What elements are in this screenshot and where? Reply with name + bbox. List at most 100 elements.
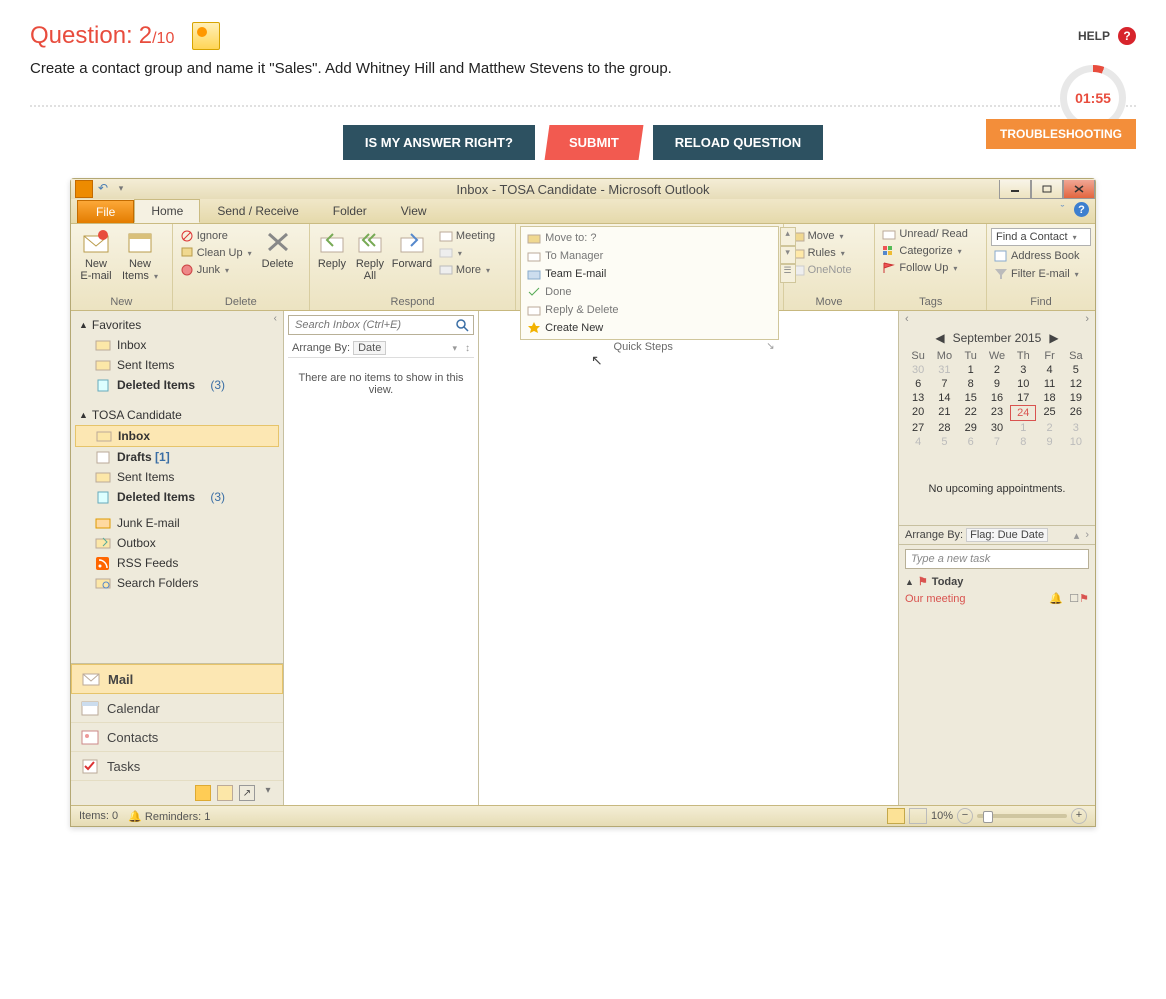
switch-tasks[interactable]: Tasks — [71, 752, 283, 781]
rules-button[interactable]: Rules▾ — [788, 245, 855, 261]
nav-deleted[interactable]: Deleted Items (3) — [71, 487, 283, 507]
arrange-by[interactable]: Arrange By:Date▾↕ — [288, 339, 474, 358]
search-inbox[interactable] — [288, 315, 474, 335]
cleanup-button[interactable]: Clean Up▾ — [177, 245, 255, 261]
forward-button[interactable]: Forward — [390, 226, 434, 270]
folder-shortcut-icon[interactable] — [217, 785, 233, 801]
check-answer-button[interactable]: IS MY ANSWER RIGHT? — [343, 125, 535, 160]
switch-mail[interactable]: Mail — [71, 664, 283, 694]
junk-button[interactable]: Junk▾ — [177, 262, 255, 278]
broom-icon — [180, 246, 194, 260]
new-task-input[interactable]: Type a new task — [905, 549, 1089, 569]
reply-delete-icon — [527, 303, 541, 317]
new-items-button[interactable]: New Items ▾ — [119, 226, 161, 282]
help-button[interactable]: ? — [1118, 27, 1136, 45]
nav-collapse-icon[interactable]: ‹ — [274, 313, 277, 324]
window-title: Inbox - TOSA Candidate - Microsoft Outlo… — [71, 182, 1095, 197]
group-label-quicksteps: Quick Steps↘ — [520, 340, 778, 355]
search-icon[interactable] — [455, 318, 469, 332]
shortcuts-icon[interactable]: ↗ — [239, 785, 255, 801]
delete-button[interactable]: Delete — [257, 226, 299, 270]
cal-next[interactable]: ▶ — [1049, 331, 1058, 345]
quickstep-create-new[interactable]: Create New — [523, 319, 652, 337]
empty-list-message: There are no items to show in this view. — [284, 358, 478, 410]
task-group-today[interactable]: ▲⚑Today — [899, 573, 1095, 590]
followup-button[interactable]: Follow Up▾ — [879, 260, 971, 276]
search-input[interactable] — [293, 318, 455, 332]
quickstep-done[interactable]: Done — [523, 283, 652, 301]
undo-icon[interactable]: ↶ — [95, 180, 111, 196]
submit-button[interactable]: SUBMIT — [544, 125, 643, 160]
zoom-slider[interactable] — [977, 814, 1067, 818]
book-icon — [994, 249, 1008, 263]
status-items: Items: 0 — [79, 810, 118, 822]
group-label-new: New — [75, 295, 168, 310]
nav-outbox[interactable]: Outbox — [71, 533, 283, 553]
calendar-grid[interactable]: SuMoTuWeThFrSa30311234567891011121314151… — [905, 349, 1089, 449]
unread-read-button[interactable]: Unread/ Read — [879, 226, 971, 242]
quickstep-team-email[interactable]: Team E-mail — [523, 265, 652, 283]
meeting-button[interactable]: Meeting — [436, 228, 498, 244]
notes-shortcut-icon[interactable] — [195, 785, 211, 801]
nav-sent[interactable]: Sent Items — [71, 467, 283, 487]
move-button[interactable]: Move▾ — [788, 228, 855, 244]
tab-home[interactable]: Home — [134, 199, 200, 223]
ribbon-help-icon[interactable]: ? — [1074, 202, 1089, 217]
tab-view[interactable]: View — [384, 199, 444, 223]
task-arrange[interactable]: Arrange By:Flag: Due Date▴› — [899, 525, 1095, 545]
reply-all-button[interactable]: Reply All — [352, 226, 388, 282]
cal-prev[interactable]: ◀ — [935, 331, 944, 345]
switch-calendar[interactable]: Calendar — [71, 694, 283, 723]
minimize-button[interactable] — [999, 180, 1031, 199]
nav-drafts[interactable]: Drafts [1] — [71, 447, 283, 467]
task-item[interactable]: Our meeting🔔 ☐⚑ — [899, 590, 1095, 607]
ribbon-minimize-icon[interactable]: ˇ — [1055, 202, 1070, 217]
zoom-level: 10% — [931, 810, 953, 822]
status-reminders[interactable]: 🔔 Reminders: 1 — [128, 810, 210, 823]
todo-prev[interactable]: ‹ — [905, 313, 909, 325]
nav-search-folders[interactable]: Search Folders — [71, 573, 283, 593]
todo-expand[interactable]: › — [1085, 313, 1089, 325]
quickstep-more[interactable]: ☰ — [780, 264, 796, 283]
more-icon — [439, 263, 453, 277]
new-email-button[interactable]: New E-mail — [75, 226, 117, 282]
reply-button[interactable]: Reply — [314, 226, 350, 270]
quickstep-reply-delete[interactable]: Reply & Delete — [523, 301, 652, 319]
nav-junk[interactable]: Junk E-mail — [71, 513, 283, 533]
quickstep-up[interactable]: ▴ — [780, 227, 796, 246]
nav-sent-fav[interactable]: Sent Items — [71, 355, 283, 375]
tab-send-receive[interactable]: Send / Receive — [200, 199, 315, 223]
categorize-button[interactable]: Categorize▾ — [879, 243, 971, 259]
nav-inbox-fav[interactable]: Inbox — [71, 335, 283, 355]
switch-contacts[interactable]: Contacts — [71, 723, 283, 752]
nav-deleted-fav[interactable]: Deleted Items (3) — [71, 375, 283, 395]
favorites-header[interactable]: ▲Favorites — [71, 315, 283, 335]
reload-question-button[interactable]: RELOAD QUESTION — [653, 125, 823, 160]
find-contact-input[interactable]: Find a Contact ▾ — [991, 228, 1091, 246]
quickstep-down[interactable]: ▾ — [780, 246, 796, 265]
qat-dropdown-icon[interactable]: ▾ — [113, 180, 129, 196]
ignore-button[interactable]: Ignore — [177, 228, 255, 244]
zoom-out[interactable]: − — [957, 808, 973, 824]
nav-inbox[interactable]: Inbox — [75, 425, 279, 447]
star-icon — [527, 321, 541, 335]
close-button[interactable] — [1063, 180, 1095, 199]
more-respond-button[interactable]: More▾ — [436, 262, 498, 278]
view-reading-icon[interactable] — [909, 808, 927, 824]
onenote-button[interactable]: OneNote — [788, 262, 855, 278]
address-book-button[interactable]: Address Book — [991, 248, 1091, 264]
tab-folder[interactable]: Folder — [316, 199, 384, 223]
view-normal-icon[interactable] — [887, 808, 905, 824]
troubleshooting-button[interactable]: TROUBLESHOOTING — [986, 119, 1136, 149]
maximize-button[interactable] — [1031, 180, 1063, 199]
tab-file[interactable]: File — [77, 200, 134, 223]
group-label-find: Find — [991, 295, 1091, 310]
quickstep-move-to[interactable]: Move to: ? — [523, 229, 652, 247]
nav-configure-icon[interactable]: ▾ — [261, 785, 275, 799]
respond-im-button[interactable]: ▾ — [436, 245, 498, 261]
quickstep-to-manager[interactable]: To Manager — [523, 247, 652, 265]
filter-email-button[interactable]: Filter E-mail▾ — [991, 266, 1091, 282]
account-header[interactable]: ▲TOSA Candidate — [71, 405, 283, 425]
zoom-in[interactable]: + — [1071, 808, 1087, 824]
nav-rss[interactable]: RSS Feeds — [71, 553, 283, 573]
